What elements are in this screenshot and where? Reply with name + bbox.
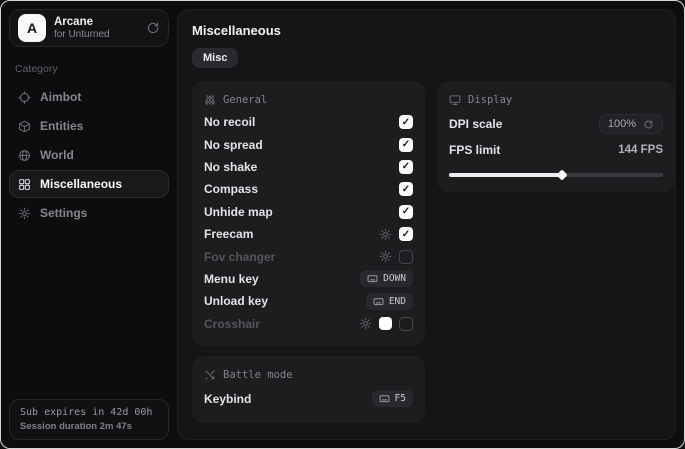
- setting-label: DPI scale: [449, 117, 502, 131]
- display-panel: Display DPI scale 100%: [437, 81, 675, 192]
- checkbox[interactable]: ✓: [399, 115, 413, 129]
- keyboard-icon: [367, 273, 378, 284]
- checkbox[interactable]: ✓: [399, 227, 413, 241]
- monitor-icon: [449, 94, 461, 106]
- setting-row: No spread ✓: [204, 133, 413, 155]
- sidebar-item-label: Entities: [40, 119, 83, 133]
- checkbox[interactable]: ✓: [399, 160, 413, 174]
- gear-icon[interactable]: [379, 228, 392, 241]
- checkbox[interactable]: ✓: [399, 205, 413, 219]
- display-panel-title: Display: [468, 94, 512, 106]
- setting-label: No shake: [204, 160, 257, 174]
- setting-row: Menu key DOWN: [204, 268, 413, 290]
- sidebar-item-world[interactable]: World: [9, 141, 169, 169]
- setting-label: Fov changer: [204, 250, 275, 264]
- sidebar-item-entities[interactable]: Entities: [9, 112, 169, 140]
- crosshair-icon: [18, 91, 31, 104]
- setting-row: Crosshair: [204, 313, 413, 335]
- gear-icon[interactable]: [359, 317, 372, 330]
- page-title: Miscellaneous: [192, 23, 661, 38]
- swords-icon: [204, 369, 216, 381]
- setting-label: FPS limit: [449, 143, 500, 157]
- sidebar-item-label: Miscellaneous: [40, 177, 122, 191]
- checkbox[interactable]: [399, 317, 413, 331]
- sidebar-item-settings[interactable]: Settings: [9, 199, 169, 227]
- keybind-badge[interactable]: F5: [372, 390, 413, 407]
- setting-label: No recoil: [204, 115, 255, 129]
- gear-icon: [18, 207, 31, 220]
- sidebar-item-label: Settings: [40, 206, 87, 220]
- refresh-icon[interactable]: [146, 21, 160, 35]
- setting-label: Unhide map: [204, 205, 273, 219]
- grid-icon: [18, 178, 31, 191]
- app-name: Arcane: [54, 16, 138, 29]
- checkbox[interactable]: [399, 250, 413, 264]
- setting-row: Keybind F5: [204, 386, 413, 412]
- battle-panel-title: Battle mode: [223, 369, 293, 381]
- app-card[interactable]: A Arcane for Unturned: [9, 9, 169, 47]
- cube-icon: [18, 120, 31, 133]
- main-content: Miscellaneous Misc General No recoil✓No: [177, 9, 676, 440]
- general-panel: General No recoil✓No spread✓No shake✓Com…: [192, 81, 425, 346]
- setting-row: Compass ✓: [204, 178, 413, 200]
- tab-misc[interactable]: Misc: [192, 48, 238, 68]
- dpi-scale-select[interactable]: 100%: [599, 114, 663, 134]
- color-swatch[interactable]: [379, 317, 392, 330]
- setting-row: Fov changer: [204, 245, 413, 267]
- setting-row: No recoil ✓: [204, 111, 413, 133]
- setting-label: Freecam: [204, 227, 253, 241]
- setting-row: FPS limit 144 FPS: [449, 137, 663, 163]
- setting-label: Compass: [204, 182, 258, 196]
- gear-icon[interactable]: [379, 250, 392, 263]
- setting-row: Freecam ✓: [204, 223, 413, 245]
- sidebar-item-aimbot[interactable]: Aimbot: [9, 83, 169, 111]
- sliders-icon: [204, 94, 216, 106]
- setting-label: Crosshair: [204, 317, 260, 331]
- checkbox[interactable]: ✓: [399, 182, 413, 196]
- fps-limit-slider[interactable]: [449, 167, 663, 181]
- category-label: Category: [15, 63, 169, 75]
- battle-mode-panel: Battle mode Keybind F5: [192, 356, 425, 423]
- keyboard-icon: [373, 296, 384, 307]
- sidebar-item-miscellaneous[interactable]: Miscellaneous: [9, 170, 169, 198]
- setting-row: No shake ✓: [204, 156, 413, 178]
- sidebar: A Arcane for Unturned Category Aimbot Ent…: [1, 1, 177, 448]
- checkbox[interactable]: ✓: [399, 138, 413, 152]
- setting-label: Menu key: [204, 272, 259, 286]
- refresh-icon: [643, 119, 654, 130]
- keybind-badge[interactable]: END: [366, 293, 413, 310]
- app-logo: A: [18, 14, 46, 42]
- globe-icon: [18, 149, 31, 162]
- fps-limit-value: 144 FPS: [618, 144, 663, 156]
- setting-label: Unload key: [204, 294, 268, 308]
- setting-row: Unload key END: [204, 290, 413, 312]
- setting-label: No spread: [204, 138, 263, 152]
- general-panel-title: General: [223, 94, 267, 106]
- sidebar-nav: Aimbot Entities World Miscellaneous Settings: [9, 83, 169, 227]
- sidebar-item-label: Aimbot: [40, 90, 81, 104]
- setting-label: Keybind: [204, 392, 251, 406]
- slider-thumb[interactable]: [557, 169, 568, 180]
- sidebar-item-label: World: [40, 148, 74, 162]
- session-duration-text: Session duration 2m 47s: [20, 421, 158, 432]
- app-subtitle: for Unturned: [54, 29, 138, 41]
- app-window: A Arcane for Unturned Category Aimbot Ent…: [0, 0, 685, 449]
- keybind-badge[interactable]: DOWN: [360, 270, 413, 287]
- keyboard-icon: [379, 393, 390, 404]
- setting-row: Unhide map ✓: [204, 201, 413, 223]
- setting-row: DPI scale 100%: [449, 111, 663, 137]
- sub-expiry-text: Sub expires in 42d 00h: [20, 407, 158, 418]
- subscription-status-card: Sub expires in 42d 00h Session duration …: [9, 399, 169, 440]
